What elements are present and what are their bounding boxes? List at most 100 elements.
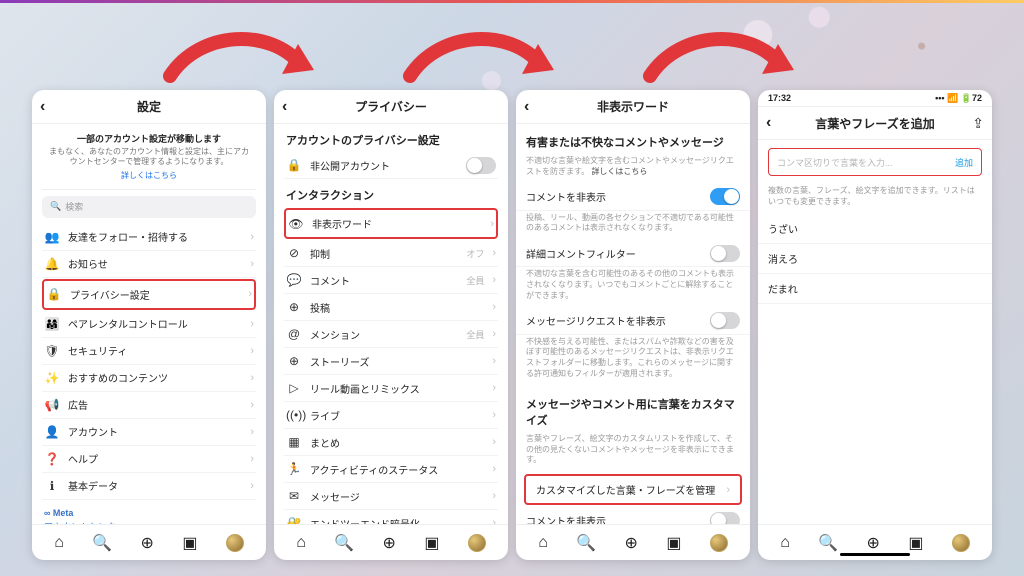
- back-button[interactable]: ‹: [766, 107, 771, 139]
- nav-reels-icon[interactable]: ▣: [182, 533, 197, 553]
- row-label: メッセージ: [310, 489, 484, 504]
- nav-add-icon[interactable]: ⊕: [867, 533, 880, 553]
- settings-row[interactable]: ℹ基本データ›: [42, 473, 256, 500]
- nav-profile-avatar[interactable]: [710, 534, 728, 552]
- row-label: ペアレンタルコントロール: [68, 316, 242, 331]
- row-label: 投稿: [310, 300, 484, 315]
- settings-row[interactable]: 🛡セキュリティ›: [42, 338, 256, 365]
- settings-row[interactable]: 🔔お知らせ›: [42, 251, 256, 278]
- header: ‹ 言葉やフレーズを追加 ⇪: [758, 106, 992, 140]
- nav-search-icon[interactable]: 🔍: [576, 533, 596, 553]
- chevron-right-icon: ›: [492, 274, 496, 286]
- header: ‹ プライバシー: [274, 90, 508, 124]
- nav-search-icon[interactable]: 🔍: [92, 533, 112, 553]
- settings-row[interactable]: 📢広告›: [42, 392, 256, 419]
- nav-home-icon[interactable]: ⌂: [780, 534, 790, 552]
- privacy-row[interactable]: 💬コメント全員›: [284, 267, 498, 294]
- back-button[interactable]: ‹: [524, 90, 529, 123]
- privacy-row[interactable]: ▷リール動画とリミックス›: [284, 375, 498, 402]
- privacy-row[interactable]: ⊕ストーリーズ›: [284, 348, 498, 375]
- nav-search-icon[interactable]: 🔍: [334, 533, 354, 553]
- chevron-right-icon: ›: [250, 480, 254, 492]
- back-button[interactable]: ‹: [40, 90, 45, 123]
- nav-add-icon[interactable]: ⊕: [141, 533, 154, 553]
- nav-search-icon[interactable]: 🔍: [818, 533, 838, 553]
- privacy-row[interactable]: 🔐エンドツーエンド暗号化›: [284, 510, 498, 524]
- nav-add-icon[interactable]: ⊕: [383, 533, 396, 553]
- row-label: コメントを非表示: [526, 513, 702, 524]
- nav-reels-icon[interactable]: ▣: [666, 533, 681, 553]
- settings-row[interactable]: 👨‍👩‍👧ペアレンタルコントロール›: [42, 311, 256, 338]
- privacy-row[interactable]: @メンション全員›: [284, 321, 498, 348]
- privacy-row[interactable]: ((•))ライブ›: [284, 402, 498, 429]
- row-label: メッセージリクエストを非表示: [526, 313, 702, 328]
- learn-more-link[interactable]: 詳しくはこちら: [591, 167, 647, 176]
- privacy-row[interactable]: 👁非表示ワード›: [286, 210, 496, 237]
- hidden-words-list[interactable]: 有害または不快なコメントやメッセージ 不適切な言葉や絵文字を含むコメントやメッセ…: [516, 124, 750, 524]
- word-list-item[interactable]: うざい: [758, 214, 992, 244]
- privacy-row[interactable]: ⊕投稿›: [284, 294, 498, 321]
- nav-reels-icon[interactable]: ▣: [908, 533, 923, 553]
- row-label: 友達をフォロー・招待する: [68, 229, 242, 244]
- nav-reels-icon[interactable]: ▣: [424, 533, 439, 553]
- row-label: 非表示ワード: [312, 216, 482, 231]
- migration-notice: 一部のアカウント設定が移動します まもなく、あなたのアカウント情報と設定は、主に…: [42, 124, 256, 190]
- toggle[interactable]: [710, 245, 740, 262]
- screen-hidden-words: ‹ 非表示ワード 有害または不快なコメントやメッセージ 不適切な言葉や絵文字を含…: [516, 90, 750, 560]
- privacy-row[interactable]: ▦まとめ›: [284, 429, 498, 456]
- word-list-item[interactable]: だまれ: [758, 274, 992, 304]
- privacy-row[interactable]: ⊘抑制オフ›: [284, 240, 498, 267]
- section-account-privacy: アカウントのプライバシー設定: [284, 124, 498, 152]
- input-placeholder: コンマ区切りで言葉を入力...: [777, 156, 893, 169]
- settings-row[interactable]: ✨おすすめのコンテンツ›: [42, 365, 256, 392]
- settings-row[interactable]: 👤アカウント›: [42, 419, 256, 446]
- privacy-row[interactable]: ✉メッセージ›: [284, 483, 498, 510]
- screen-privacy: ‹ プライバシー アカウントのプライバシー設定 🔒 非公開アカウント インタラク…: [274, 90, 508, 560]
- notice-link[interactable]: 詳しくはこちら: [48, 170, 250, 181]
- add-button[interactable]: 追加: [955, 156, 973, 169]
- privacy-row[interactable]: 🏃アクティビティのステータス›: [284, 456, 498, 483]
- settings-list[interactable]: 一部のアカウント設定が移動します まもなく、あなたのアカウント情報と設定は、主に…: [32, 124, 266, 524]
- settings-row[interactable]: 👥友達をフォロー・招待する›: [42, 224, 256, 251]
- toggle[interactable]: [710, 312, 740, 329]
- toggle-row[interactable]: コメントを非表示: [516, 507, 750, 524]
- settings-row[interactable]: 🔒プライバシー設定›: [44, 281, 254, 308]
- row-trail: 全員: [466, 328, 484, 341]
- row-manage-custom-words[interactable]: カスタマイズした言葉・フレーズを管理 ›: [526, 476, 740, 503]
- toggle-private-account[interactable]: [466, 157, 496, 174]
- nav-home-icon[interactable]: ⌂: [296, 534, 306, 552]
- page-title: 設定: [137, 98, 161, 115]
- settings-row[interactable]: ❓ヘルプ›: [42, 446, 256, 473]
- row-icon: 👨‍👩‍👧: [44, 317, 60, 331]
- word-input[interactable]: コンマ区切りで言葉を入力... 追加: [768, 148, 982, 176]
- page-title: プライバシー: [355, 98, 427, 115]
- share-button[interactable]: ⇪: [972, 107, 984, 139]
- home-indicator: [840, 553, 910, 556]
- chevron-right-icon: ›: [250, 372, 254, 384]
- nav-home-icon[interactable]: ⌂: [538, 534, 548, 552]
- privacy-list[interactable]: アカウントのプライバシー設定 🔒 非公開アカウント インタラクション 👁非表示ワ…: [274, 124, 508, 524]
- toggle[interactable]: [710, 512, 740, 524]
- back-button[interactable]: ‹: [282, 90, 287, 123]
- row-icon: ✉: [286, 489, 302, 503]
- nav-add-icon[interactable]: ⊕: [625, 533, 638, 553]
- meta-block: ∞ Meta アカウントセンター: [42, 500, 256, 524]
- row-label: お知らせ: [68, 256, 242, 271]
- toggle-row[interactable]: メッセージリクエストを非表示: [516, 308, 750, 335]
- row-icon: 🔒: [46, 287, 62, 301]
- row-private-account[interactable]: 🔒 非公開アカウント: [284, 152, 498, 179]
- nav-profile-avatar[interactable]: [468, 534, 486, 552]
- toggle[interactable]: [710, 188, 740, 205]
- search-input[interactable]: 🔍 検索: [42, 196, 256, 218]
- nav-profile-avatar[interactable]: [226, 534, 244, 552]
- toggle-row[interactable]: コメントを非表示: [516, 184, 750, 211]
- nav-profile-avatar[interactable]: [952, 534, 970, 552]
- nav-home-icon[interactable]: ⌂: [54, 534, 64, 552]
- word-list-item[interactable]: 消えろ: [758, 244, 992, 274]
- custom-subtext: 言葉やフレーズ、絵文字のカスタムリストを作成して、その他の見たくないコメントやメ…: [516, 432, 750, 472]
- add-words-body[interactable]: コンマ区切りで言葉を入力... 追加 複数の言葉、フレーズ、絵文字を追加できます…: [758, 140, 992, 524]
- row-label: アクティビティのステータス: [310, 462, 484, 477]
- row-label: おすすめのコンテンツ: [68, 370, 242, 385]
- toggle-row[interactable]: 詳細コメントフィルター: [516, 240, 750, 267]
- row-label: プライバシー設定: [70, 287, 240, 302]
